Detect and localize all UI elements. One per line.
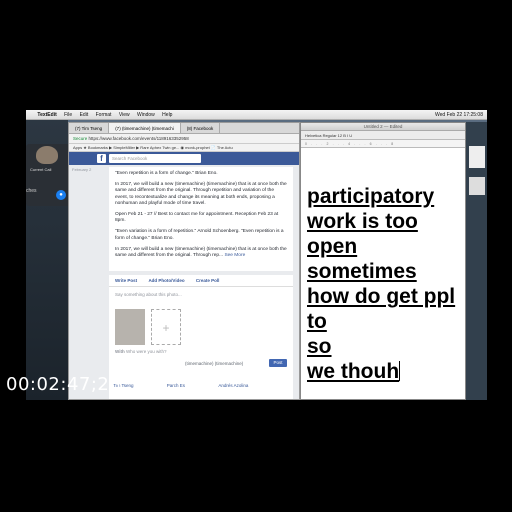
- card-paragraph-5-text: In 2017, we will build a new (timemachin…: [115, 246, 287, 259]
- event-sidebar: February 2: [69, 165, 107, 399]
- menubar-clock[interactable]: Wed Feb 22 17:25:08: [435, 110, 483, 120]
- with-field[interactable]: With Who were you with?: [115, 349, 167, 354]
- menu-window[interactable]: Window: [137, 110, 155, 120]
- menu-app-name[interactable]: TextEdit: [37, 110, 56, 120]
- text-line-last-text: we thouh: [307, 360, 400, 383]
- video-timecode: 00:02:47;28: [6, 374, 122, 395]
- menu-format[interactable]: Format: [96, 110, 112, 120]
- facebook-search-input[interactable]: Search Facebook: [109, 154, 201, 163]
- facebook-event-page: February 2 "Even repetition is a form of…: [69, 165, 299, 399]
- text-line: work is too: [307, 210, 418, 233]
- current-call-label: Current Call: [30, 167, 52, 172]
- see-more-link[interactable]: See More: [224, 253, 245, 258]
- text-line: open: [307, 235, 358, 258]
- menu-view[interactable]: View: [119, 110, 130, 120]
- guest-name[interactable]: Andrés Azolina: [218, 383, 248, 388]
- with-placeholder: Who were you with?: [125, 349, 167, 354]
- text-line-last: we thouh: [307, 359, 465, 384]
- caller-video: [36, 146, 58, 164]
- card-paragraph-5: In 2017, we will build a new (timemachin…: [115, 247, 287, 259]
- desktop-right-area: [466, 122, 487, 400]
- add-photo-tab[interactable]: Add Photo/Video: [148, 278, 184, 283]
- desktop-screen: TextEdit File Edit Format View Window He…: [26, 110, 487, 400]
- guest-names: Tim Tseng Parch Es Andrés Azolina: [109, 383, 293, 388]
- composer-tabs: Write Post Add Photo/Video Create Poll: [109, 275, 293, 287]
- textedit-ruler[interactable]: 0 . . . 2 . . . 4 . . . 6 . . . 8: [301, 140, 465, 148]
- menu-edit[interactable]: Edit: [80, 110, 89, 120]
- sidebar-date: February 2: [72, 167, 92, 172]
- tab-timemachine[interactable]: (7) (timemachine) (timemachi: [109, 123, 181, 133]
- post-button[interactable]: Post: [269, 359, 287, 367]
- textedit-window: Untitled 2 — Edited Helvetica Regular 12…: [300, 122, 466, 400]
- guest-name[interactable]: Parch Es: [167, 383, 185, 388]
- textedit-format-toolbar[interactable]: Helvetica Regular 12 B I U: [301, 131, 465, 140]
- desktop-file-thumbnail[interactable]: [469, 146, 485, 168]
- textedit-document[interactable]: participatory work is too open sometimes…: [301, 148, 465, 384]
- facebook-logo-icon[interactable]: f: [97, 154, 106, 163]
- address-url[interactable]: https://www.facebook.com/events/11891633…: [89, 136, 189, 141]
- event-description-card: "Even repetition is a form of change." B…: [109, 167, 293, 271]
- card-paragraph-1: "Even repetition is a form of change." B…: [115, 171, 218, 176]
- add-photo-plus-icon[interactable]: +: [151, 309, 181, 345]
- menu-help[interactable]: Help: [162, 110, 172, 120]
- browser-tabs: (7) Tim Tseng (7) (timemachine) (timemac…: [69, 123, 299, 134]
- desktop-file-thumbnail[interactable]: [469, 177, 485, 195]
- card-paragraph-3: Open Feb 21 - 27 // Best to contact me f…: [115, 212, 279, 224]
- text-line: to: [307, 310, 327, 333]
- post-audience: (timemachine) (timemachine): [185, 361, 244, 366]
- address-bar[interactable]: Secure https://www.facebook.com/events/1…: [69, 134, 299, 144]
- text-line: how do get ppl: [307, 285, 456, 308]
- tab-tim-tseng[interactable]: (7) Tim Tseng: [69, 123, 110, 133]
- facetime-side-text: ches: [26, 188, 37, 194]
- bookmarks-bar[interactable]: Apps ★ Bookmarks ▶ SimpleMiller ▶ Rare A…: [69, 144, 299, 152]
- tab-facebook[interactable]: (8) Facebook: [181, 123, 221, 133]
- microphone-icon[interactable]: ●: [56, 190, 66, 200]
- text-line: participatory: [307, 185, 435, 208]
- post-text-input[interactable]: Say something about this photo...: [109, 287, 293, 301]
- card-paragraph-2: In 2017, we will build a new (timemachin…: [115, 182, 287, 206]
- chrome-browser-window: (7) Tim Tseng (7) (timemachine) (timemac…: [68, 122, 300, 400]
- secure-label: Secure: [73, 136, 88, 141]
- text-caret: [399, 361, 401, 381]
- create-poll-tab[interactable]: Create Poll: [196, 278, 220, 283]
- facebook-header: f Search Facebook: [69, 152, 299, 165]
- with-label: With: [115, 349, 125, 354]
- text-line: so: [307, 335, 332, 358]
- mac-menubar: TextEdit File Edit Format View Window He…: [26, 110, 487, 120]
- write-post-tab[interactable]: Write Post: [115, 278, 137, 283]
- textedit-title: Untitled 2 — Edited: [301, 123, 465, 131]
- menu-file[interactable]: File: [64, 110, 72, 120]
- photo-thumbnail[interactable]: [115, 309, 145, 345]
- post-composer: Write Post Add Photo/Video Create Poll S…: [109, 275, 293, 399]
- text-line: sometimes: [307, 260, 417, 283]
- card-paragraph-4: "Even variation is a form of repetition.…: [115, 229, 284, 241]
